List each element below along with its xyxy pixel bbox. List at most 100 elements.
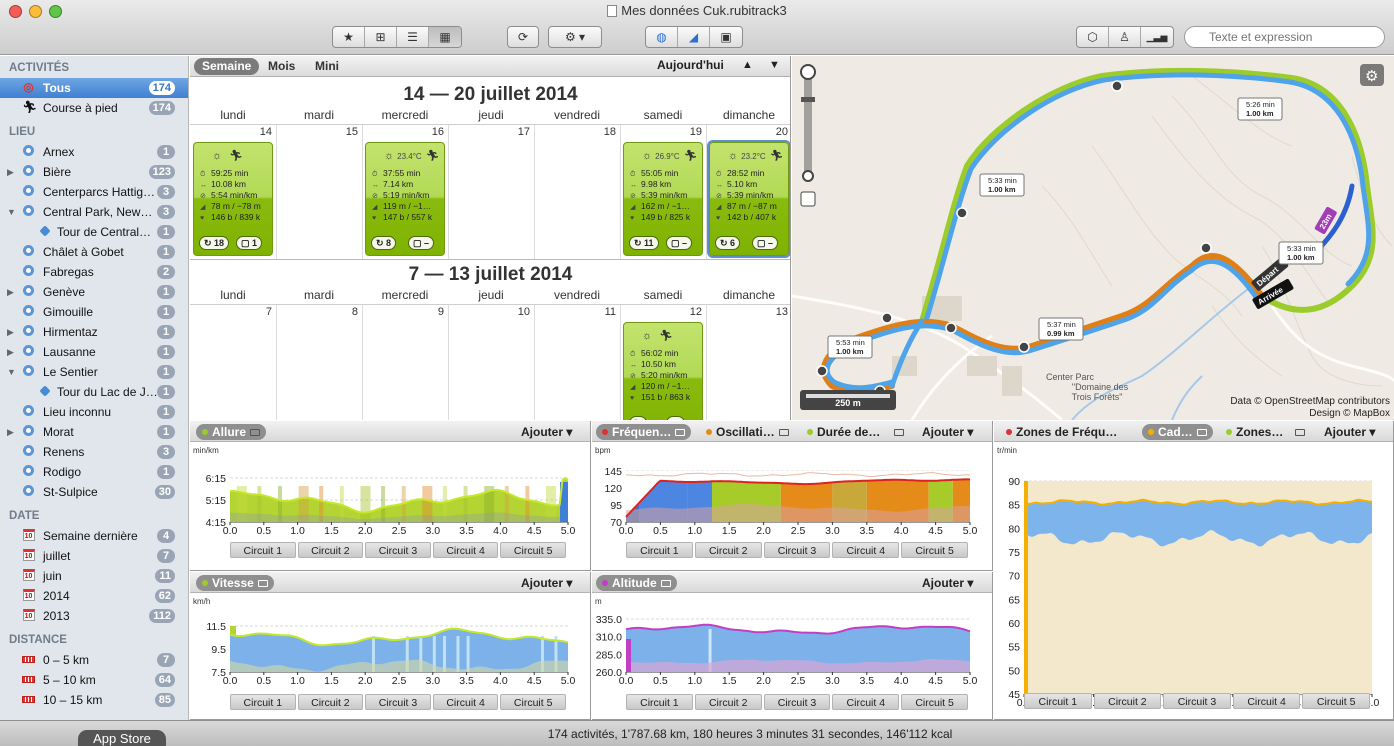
notes-button[interactable]: ▢ –: [666, 236, 693, 250]
app-store-button[interactable]: App Store: [78, 730, 166, 746]
circuit-button[interactable]: Circuit 3: [763, 542, 831, 558]
circuit-button[interactable]: Circuit 5: [500, 542, 566, 558]
tab-semaine[interactable]: Semaine: [194, 58, 260, 75]
activity-card[interactable]: ☼ 23.4°C 🏃︎ ⏱ 37:55 min ↔ 7.14 km ⊘ 5:19 min/km…: [365, 142, 445, 256]
sidebar-item-lieu[interactable]: St-Sulpice 30: [0, 482, 188, 502]
sidebar-item-lieu[interactable]: Châlet à Gobet 1: [0, 242, 188, 262]
tab-mois[interactable]: Mois: [260, 58, 303, 75]
sidebar-item-lieu[interactable]: Fabregas 2: [0, 262, 188, 282]
sidebar-item-lieu[interactable]: ▶ Bière 123: [0, 162, 188, 182]
sidebar-item-lieu[interactable]: Renens 3: [0, 442, 188, 462]
tab-frequence[interactable]: Fréquen…: [596, 424, 692, 440]
sidebar-item-date[interactable]: 10 2014 62: [0, 586, 188, 606]
sidebar-item-date[interactable]: 10 Semaine dernière 4: [0, 526, 188, 546]
circuit-button[interactable]: Circuit 5: [1302, 693, 1370, 709]
today-button[interactable]: Aujourd'hui: [657, 58, 724, 72]
circuit-button[interactable]: Circuit 1: [230, 694, 296, 710]
activity-card[interactable]: ☼ 🏃︎ ⏱ 56:02 min ↔ 10.50 km ⊘ 5:20 min/km ◢ 120 …: [623, 322, 703, 420]
disclosure-open-icon[interactable]: ▼: [7, 202, 16, 222]
circuit-button[interactable]: Circuit 3: [1163, 693, 1231, 709]
disclosure-closed-icon[interactable]: ▶: [7, 162, 14, 182]
circuit-button[interactable]: Circuit 1: [626, 542, 693, 558]
tab-oscillation[interactable]: Oscillati…: [700, 424, 795, 440]
circuit-button[interactable]: Circuit 5: [901, 542, 968, 558]
sidebar-item-date[interactable]: 10 juillet 7: [0, 546, 188, 566]
list-icon[interactable]: ☰: [397, 27, 429, 47]
sidebar-item-distance[interactable]: 0 – 5 km 7: [0, 650, 188, 670]
sidebar-item-lieu[interactable]: ▶ Morat 1: [0, 422, 188, 442]
sidebar-item-date[interactable]: 10 2013 112: [0, 606, 188, 626]
laps-button[interactable]: ↻ 18: [199, 236, 230, 250]
sidebar-item-lieu[interactable]: Arnex 1: [0, 142, 188, 162]
globe-icon[interactable]: ◍: [646, 27, 678, 47]
tab-duree[interactable]: Durée de…: [801, 424, 910, 440]
circuit-button[interactable]: Circuit 5: [500, 694, 566, 710]
person-icon[interactable]: ♙: [1109, 27, 1141, 47]
sidebar-item-lieu[interactable]: Tour du Lac de J… 1: [0, 382, 188, 402]
sidebar-item-lieu[interactable]: Tour de Central… 1: [0, 222, 188, 242]
circuit-button[interactable]: Circuit 2: [297, 694, 364, 710]
notes-button[interactable]: ▢ 1: [236, 236, 263, 250]
circuit-button[interactable]: Circuit 3: [763, 694, 831, 710]
chart-icon[interactable]: ◢: [678, 27, 710, 47]
circuit-button[interactable]: Circuit 5: [901, 694, 968, 710]
sidebar-item-lieu[interactable]: ▼ Central Park, New… 3: [0, 202, 188, 222]
sidebar-item-activites[interactable]: 🏃︎ Course à pied 174: [0, 98, 188, 118]
circuit-button[interactable]: Circuit 4: [1232, 693, 1301, 709]
activity-card[interactable]: ☼ 🏃︎ ⏱ 59:25 min ↔ 10.08 km ⊘ 5:54 min/km ◢ 78 m…: [193, 142, 273, 256]
disclosure-closed-icon[interactable]: ▶: [7, 282, 14, 302]
sidebar-item-lieu[interactable]: Gimouille 1: [0, 302, 188, 322]
tab-altitude[interactable]: Altitude: [596, 575, 677, 591]
disclosure-open-icon[interactable]: ▼: [7, 362, 16, 382]
ajouter-button[interactable]: Ajouter ▾: [922, 425, 973, 439]
sidebar-item-lieu[interactable]: ▼ Le Sentier 1: [0, 362, 188, 382]
sidebar-item-lieu[interactable]: ▶ Hirmentaz 1: [0, 322, 188, 342]
tab-zones-frequence[interactable]: Zones de Fréqu…: [1000, 424, 1123, 440]
action-menu-button[interactable]: ⚙ ▾: [548, 26, 602, 48]
sidebar-item-lieu[interactable]: Rodigo 1: [0, 462, 188, 482]
ajouter-button[interactable]: Ajouter ▾: [521, 425, 572, 439]
circuit-button[interactable]: Circuit 4: [832, 542, 900, 558]
circuit-button[interactable]: Circuit 1: [1024, 693, 1092, 709]
sidebar-item-lieu[interactable]: ▶ Genève 1: [0, 282, 188, 302]
sidebar-item-distance[interactable]: 10 – 15 km 85: [0, 690, 188, 710]
photo-icon[interactable]: ▣: [710, 27, 742, 47]
sidebar-item-lieu[interactable]: Centerparcs Hattig… 3: [0, 182, 188, 202]
laps-button[interactable]: ↻ 6: [715, 236, 741, 250]
calendar-grid-icon[interactable]: ▦: [429, 27, 461, 47]
disclosure-closed-icon[interactable]: ▶: [7, 322, 14, 342]
box-icon[interactable]: ⬡: [1077, 27, 1109, 47]
map-view[interactable]: ⚙ Départ Arrivée 23m Center Parc "Domain…: [792, 56, 1394, 420]
refresh-button[interactable]: ⟳: [507, 26, 539, 48]
activity-card[interactable]: ☼ 23.2°C 🏃︎ ⏱ 28:52 min ↔ 5.10 km ⊘ 5:39 min/km…: [707, 140, 790, 258]
sidebar-item-activites[interactable]: ◎ Tous 174: [0, 78, 188, 98]
notes-button[interactable]: ▢ –: [408, 236, 435, 250]
circuit-button[interactable]: Circuit 3: [365, 542, 431, 558]
disclosure-closed-icon[interactable]: ▶: [7, 342, 14, 362]
tab-zones[interactable]: Zones…: [1220, 424, 1311, 440]
tab-allure[interactable]: Allure: [196, 424, 267, 440]
search-input[interactable]: [1184, 26, 1385, 48]
circuit-button[interactable]: Circuit 1: [626, 694, 693, 710]
activity-card[interactable]: ☼ 26.9°C 🏃︎ ⏱ 55:05 min ↔ 9.98 km ⊘ 5:39 min/km…: [623, 142, 703, 256]
notes-button[interactable]: ▢: [666, 416, 685, 420]
grid-icon[interactable]: ⊞: [365, 27, 397, 47]
circuit-button[interactable]: Circuit 2: [694, 542, 762, 558]
tab-cadence[interactable]: Cad…: [1142, 424, 1213, 440]
disclosure-closed-icon[interactable]: ▶: [7, 422, 14, 442]
notes-button[interactable]: ▢ –: [752, 236, 779, 250]
previous-week-arrow-icon[interactable]: ▲: [742, 59, 753, 71]
circuit-button[interactable]: Circuit 2: [297, 542, 364, 558]
laps-button[interactable]: ↻: [629, 416, 647, 420]
circuit-button[interactable]: Circuit 1: [230, 542, 296, 558]
next-week-arrow-icon[interactable]: ▼: [769, 59, 780, 71]
tab-vitesse[interactable]: Vitesse: [196, 575, 274, 591]
tab-mini[interactable]: Mini: [307, 58, 347, 75]
ajouter-button[interactable]: Ajouter ▾: [922, 576, 973, 590]
circuit-button[interactable]: Circuit 2: [1093, 693, 1162, 709]
circuit-button[interactable]: Circuit 4: [432, 694, 499, 710]
circuit-button[interactable]: Circuit 4: [432, 542, 499, 558]
ajouter-button[interactable]: Ajouter ▾: [1324, 425, 1375, 439]
circuit-button[interactable]: Circuit 4: [832, 694, 900, 710]
star-icon[interactable]: ★: [333, 27, 365, 47]
